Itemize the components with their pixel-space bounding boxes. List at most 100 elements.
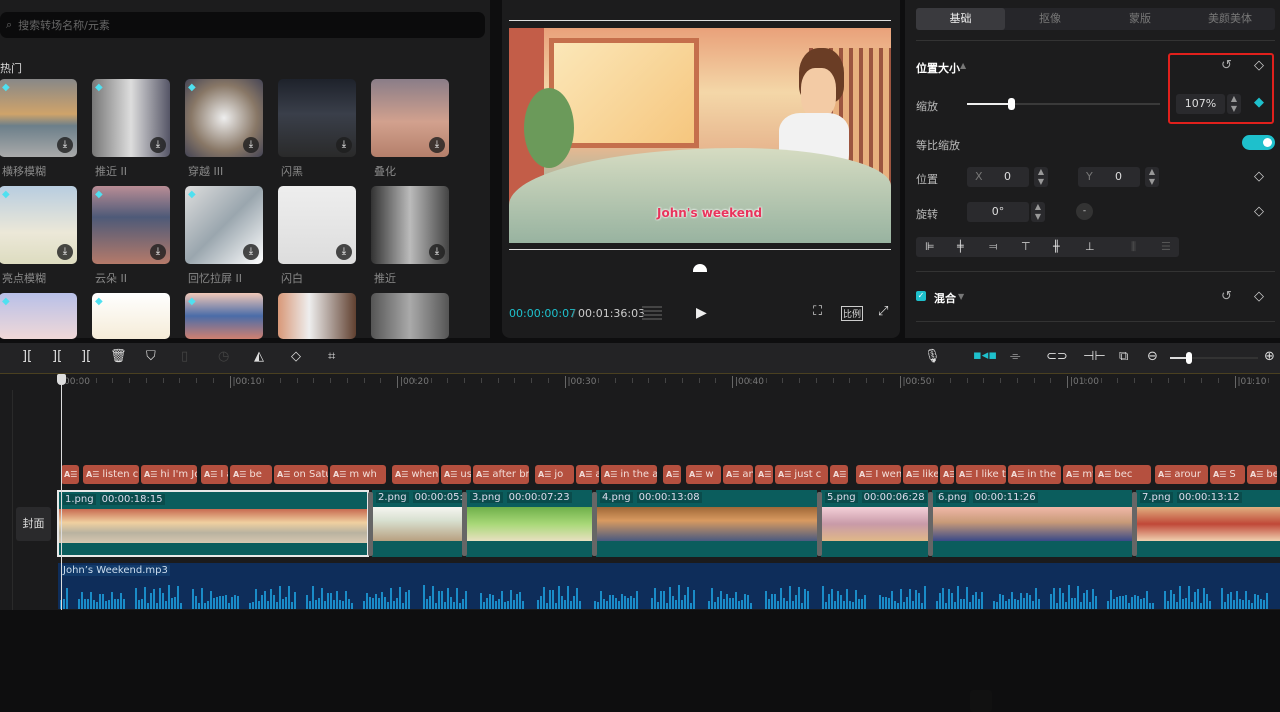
ratio-button[interactable]: 比例 <box>841 306 864 321</box>
download-icon[interactable]: ⤓ <box>336 244 352 260</box>
reset-icon[interactable]: ↺ <box>1221 58 1232 73</box>
subtitle-clip[interactable]: A☰and <box>723 465 753 484</box>
transition-tile[interactable]: ⤓ <box>278 186 356 264</box>
transition-handle[interactable] <box>462 492 467 556</box>
cover-button[interactable]: 封面 <box>16 507 51 541</box>
transition-tile[interactable]: ⤓ <box>278 79 356 157</box>
tab-beauty[interactable]: 美颜美体 <box>1185 8 1275 30</box>
main-track-magnet-button[interactable] <box>970 690 992 712</box>
keyframe-active-icon[interactable]: ◆ <box>1254 95 1264 110</box>
download-icon[interactable]: ⤓ <box>57 137 73 153</box>
video-clip[interactable]: 7.png 00:00:13:12 <box>1136 490 1280 557</box>
subtitle-clip[interactable]: A☰I went <box>856 465 901 484</box>
keyframe-icon[interactable]: ◇ <box>1254 204 1264 219</box>
subtitle-clip[interactable]: A☰ <box>755 465 773 484</box>
section-blend[interactable]: 混合 <box>934 290 956 306</box>
keyframe-icon[interactable]: ◇ <box>1254 58 1264 73</box>
download-icon[interactable]: ⤓ <box>150 244 166 260</box>
subtitle-clip[interactable]: A☰ listen c <box>83 465 139 484</box>
transition-handle[interactable] <box>1132 492 1137 556</box>
tab-cutout[interactable]: 抠像 <box>1005 8 1095 30</box>
video-clip[interactable]: 4.png 00:00:13:08 <box>596 490 817 557</box>
subtitle-clip[interactable]: A☰ S <box>1210 465 1245 484</box>
align-right-icon[interactable]: ⫤ <box>989 237 997 257</box>
subtitle-clip[interactable]: A☰like cl <box>903 465 938 484</box>
subtitle-clip[interactable]: A☰ after br <box>473 465 529 484</box>
main-track-magnet-icon[interactable]: ▪◂▪ <box>973 348 997 363</box>
split-icon[interactable]: ][ <box>22 349 32 364</box>
subtitle-clip[interactable]: A☰ be <box>230 465 272 484</box>
slider-handle[interactable] <box>1008 98 1016 110</box>
subtitle-clip[interactable]: A☰ I like t <box>956 465 1006 484</box>
subtitle-clip[interactable]: A☰ w <box>686 465 721 484</box>
align-center-h-icon[interactable]: ╪ <box>957 237 964 257</box>
subtitle-clip[interactable]: A☰ just c <box>775 465 828 484</box>
subtitle-clip[interactable]: A☰ arour <box>1155 465 1208 484</box>
subtitle-clip[interactable]: A☰ <box>663 465 681 484</box>
delete-icon[interactable]: 🗑 <box>110 349 127 364</box>
download-icon[interactable]: ⤓ <box>336 137 352 153</box>
transition-tile[interactable]: ⤓ <box>371 79 449 157</box>
play-button[interactable]: ▶ <box>696 305 707 321</box>
mirror-icon[interactable]: ◭ <box>254 349 264 364</box>
playhead[interactable] <box>61 374 62 610</box>
rotate-icon[interactable]: ◇ <box>291 349 301 364</box>
align-left-icon[interactable]: ⊫ <box>925 237 935 257</box>
video-clip[interactable]: 5.png 00:00:06:28 <box>821 490 928 557</box>
subtitle-clip[interactable]: A☰I a <box>201 465 228 484</box>
split-left-icon[interactable]: ][ <box>52 349 62 364</box>
transition-tile[interactable]: ◆ ⤓ <box>185 186 263 264</box>
subtitle-clip[interactable]: A☰ <box>830 465 848 484</box>
download-icon[interactable]: ⤓ <box>57 244 73 260</box>
align-bottom-icon[interactable]: ⊥ <box>1085 237 1095 257</box>
blend-checkbox[interactable]: ✓ <box>916 291 926 301</box>
video-clip[interactable]: 2.png00:00:05:19 <box>372 490 462 557</box>
subtitle-clip[interactable]: A☰ in the a <box>601 465 657 484</box>
subtitle-clip[interactable]: A☰ <box>61 465 79 484</box>
time-ruler[interactable]: 00:00|00:10|00:20|00:30|00:40|00:50|01:0… <box>0 373 1280 390</box>
preview-axis-icon[interactable]: ⊣⊢ <box>1083 349 1106 364</box>
link-icon[interactable]: ⊂⊃ <box>1046 349 1068 364</box>
download-icon[interactable]: ⤓ <box>429 244 445 260</box>
uniform-scale-toggle[interactable] <box>1242 135 1275 150</box>
subtitle-clip[interactable]: A☰my <box>1063 465 1093 484</box>
transition-tile[interactable] <box>371 293 449 339</box>
subtitle-clip[interactable]: A☰ on Satu <box>274 465 328 484</box>
marker-icon[interactable]: ⛉ <box>146 349 156 364</box>
microphone-icon[interactable]: 🎙 <box>924 349 941 364</box>
position-x-input[interactable]: X0 <box>967 167 1029 187</box>
rotation-dial[interactable]: - <box>1076 203 1093 220</box>
timeline-zoom-slider[interactable] <box>1170 352 1258 364</box>
scale-stepper[interactable]: ▲ ▼ <box>1227 94 1241 114</box>
keyframe-icon[interactable]: ◇ <box>1254 169 1264 184</box>
playhead-handle[interactable] <box>57 374 66 385</box>
transition-tile[interactable]: ◆ ⤓ <box>0 79 77 157</box>
subtitle-clip[interactable]: A☰bec <box>1095 465 1151 484</box>
tab-basic[interactable]: 基础 <box>916 8 1005 30</box>
auto-snap-icon[interactable]: ⌯ <box>1010 349 1020 364</box>
split-right-icon[interactable]: ][ <box>81 349 91 364</box>
video-clip[interactable]: 3.png 00:00:07:23 <box>466 490 592 557</box>
keyframe-icon[interactable]: ◇ <box>1254 289 1264 304</box>
video-clip[interactable]: 1.png 00:00:18:15 <box>57 490 369 557</box>
transition-handle[interactable] <box>817 492 822 556</box>
transition-tile[interactable]: ◆ <box>185 293 263 339</box>
download-icon[interactable]: ⤓ <box>150 137 166 153</box>
align-top-icon[interactable]: ⊤ <box>1021 237 1031 257</box>
subtitle-clip[interactable]: A☰ <box>940 465 954 484</box>
transition-tile[interactable]: ⤓ <box>371 186 449 264</box>
transition-tile[interactable] <box>278 293 356 339</box>
subtitle-clip[interactable]: A☰bec <box>1247 465 1277 484</box>
download-icon[interactable]: ⤓ <box>243 244 259 260</box>
subtitle-clip[interactable]: A☰ m wh <box>330 465 386 484</box>
transition-tile[interactable]: ◆ ⤓ <box>0 186 77 264</box>
tab-mask[interactable]: 蒙版 <box>1095 8 1185 30</box>
fullscreen-icon[interactable]: ⤢ <box>878 304 888 319</box>
zoom-out-icon[interactable]: ⊖ <box>1147 349 1158 364</box>
transition-handle[interactable] <box>928 492 933 556</box>
download-icon[interactable]: ⤓ <box>243 137 259 153</box>
zoom-preview-icon[interactable]: ⛶ <box>813 304 822 319</box>
position-y-input[interactable]: Y0 <box>1078 167 1140 187</box>
align-center-v-icon[interactable]: ╫ <box>1053 237 1060 257</box>
download-icon[interactable]: ⤓ <box>429 137 445 153</box>
